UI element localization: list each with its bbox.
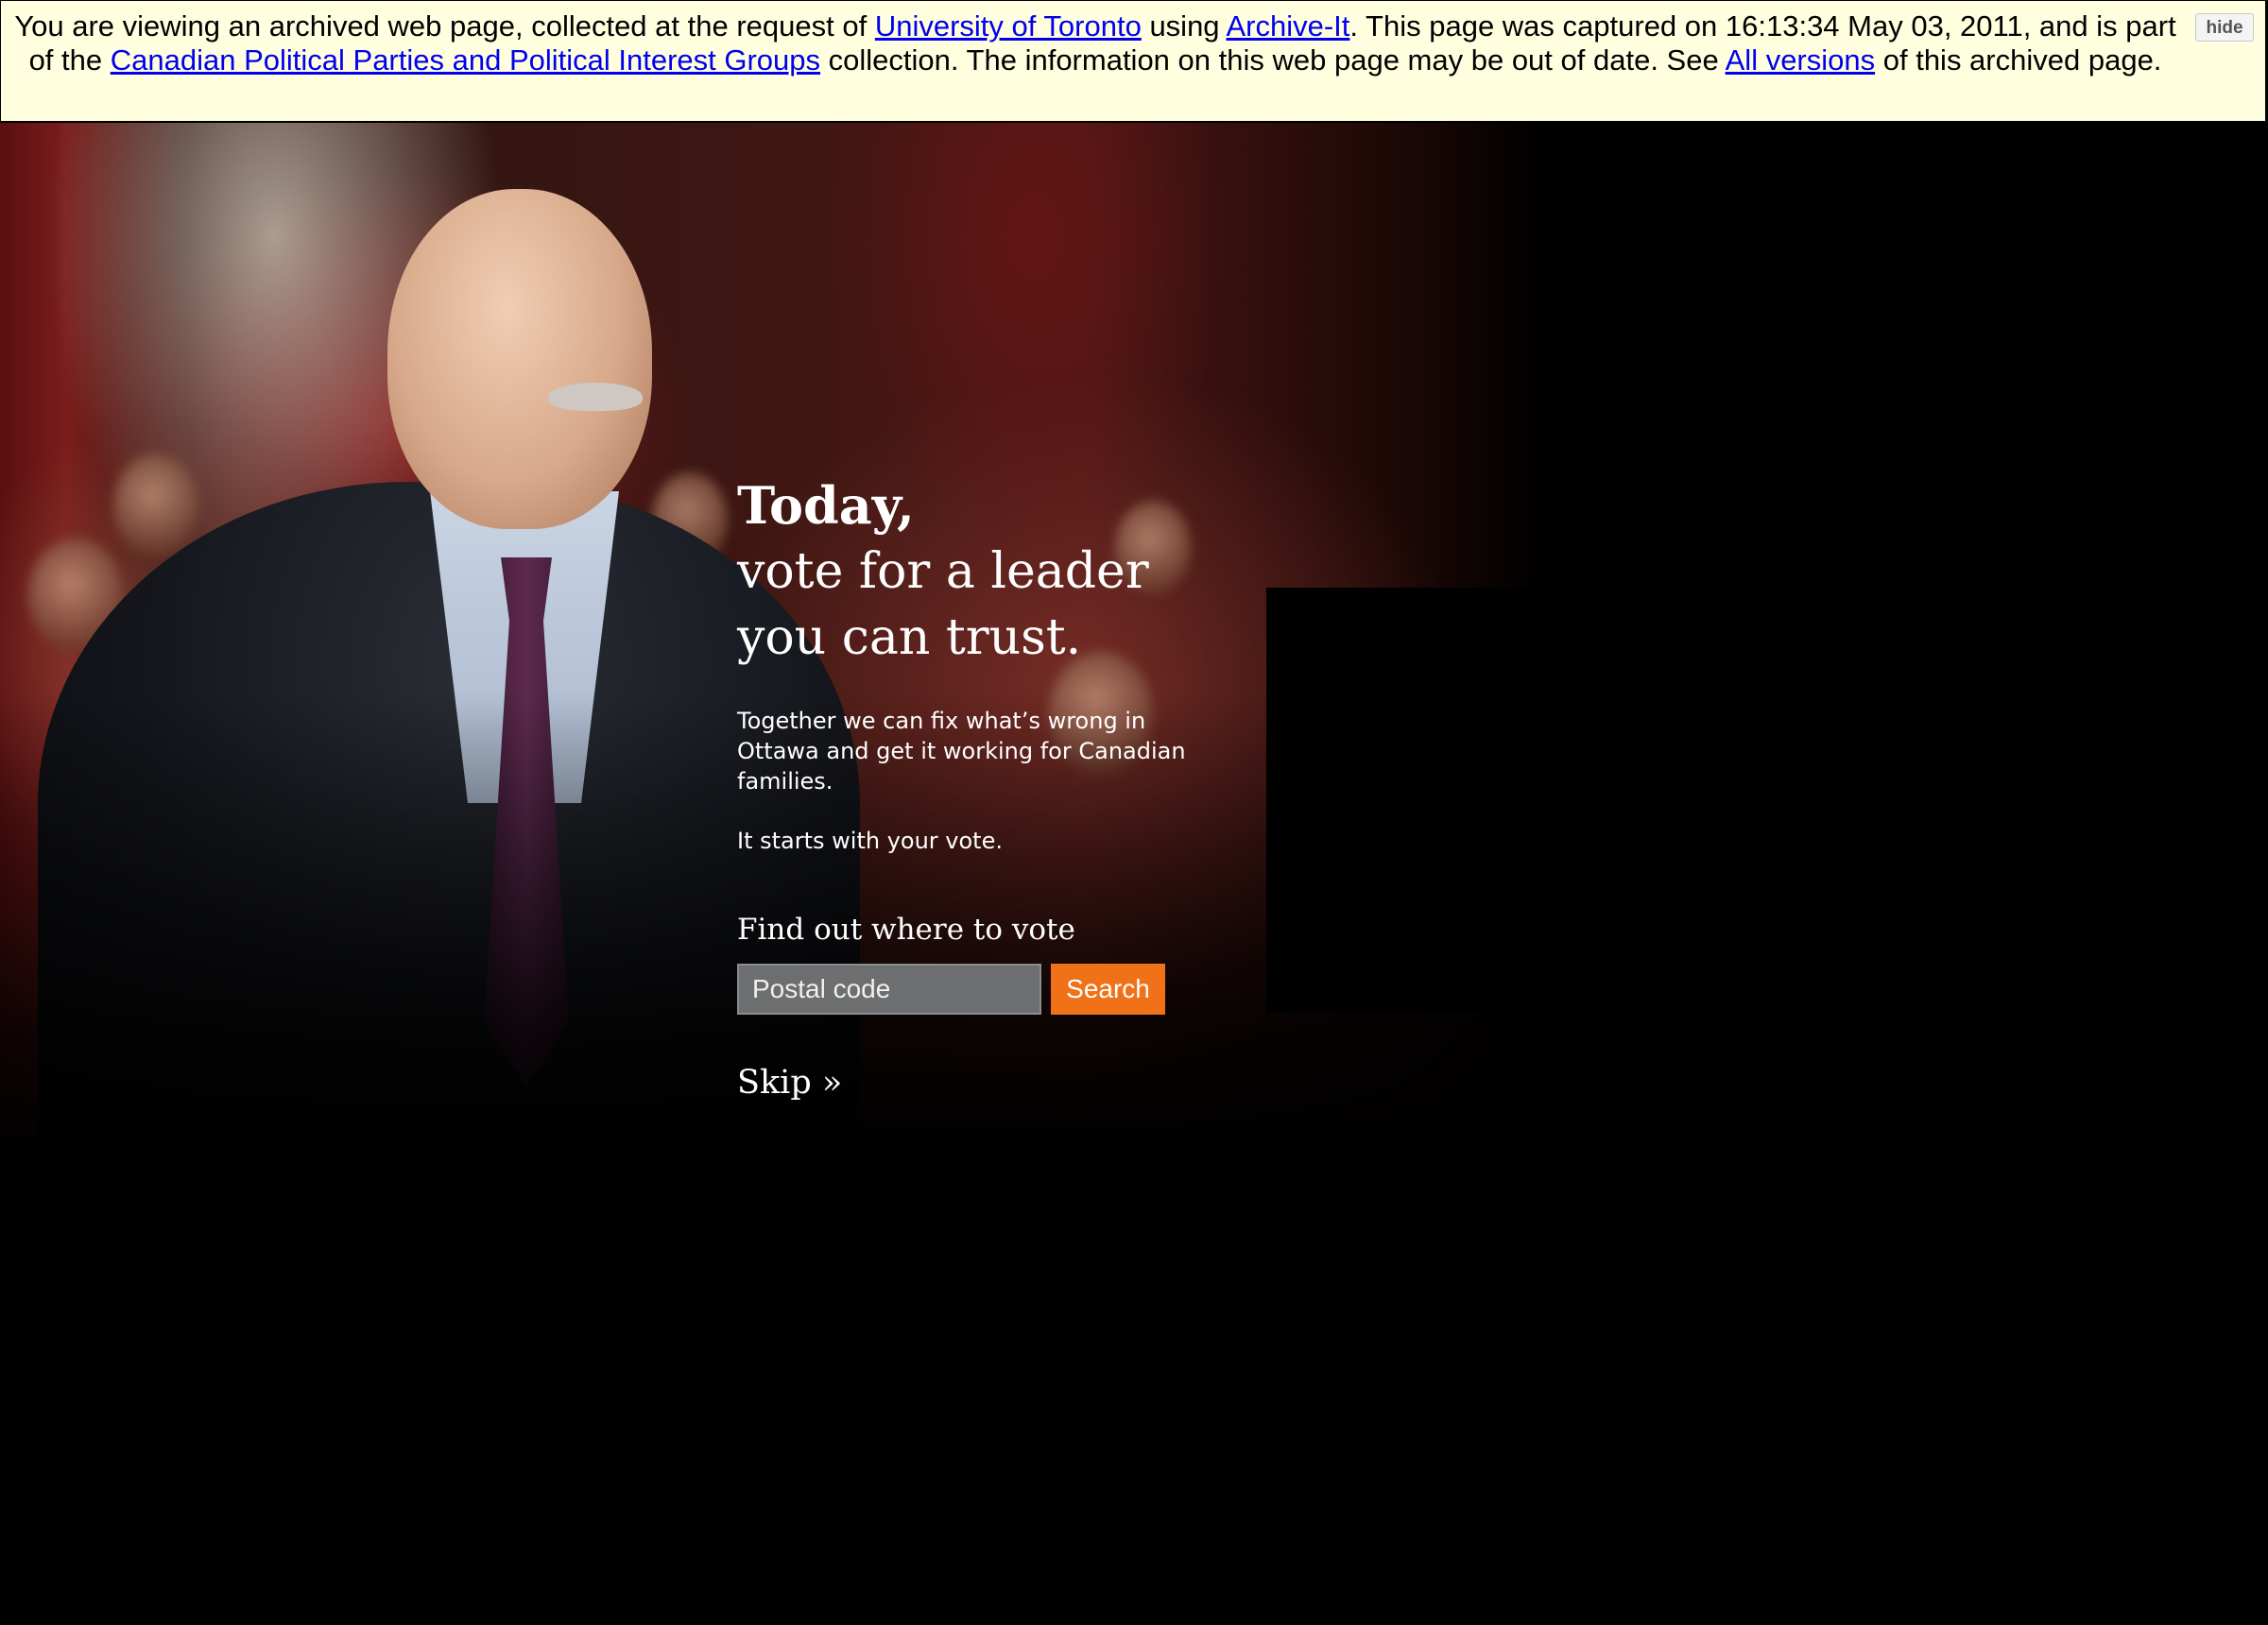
side-panel xyxy=(1266,588,1540,1013)
postal-search-form: Search xyxy=(737,964,1228,1015)
link-university-of-toronto[interactable]: University of Toronto xyxy=(875,9,1142,43)
archive-banner-text-2: using xyxy=(1141,9,1227,43)
archive-banner-text-5: of this archived page. xyxy=(1875,43,2162,77)
link-collection[interactable]: Canadian Political Parties and Political… xyxy=(111,43,820,77)
hero-body-text: Together we can fix what’s wrong in Otta… xyxy=(737,708,1186,795)
headline-line-2: you can trust. xyxy=(737,609,1082,666)
hide-banner-button[interactable]: hide xyxy=(2195,13,2254,42)
hero-copy: Today, vote for a leader you can trust. … xyxy=(737,472,1228,1102)
link-all-versions[interactable]: All versions xyxy=(1726,43,1876,77)
find-polling-label: Find out where to vote xyxy=(737,913,1075,947)
archive-banner: You are viewing an archived web page, co… xyxy=(0,0,2266,122)
archive-banner-text-1: You are viewing an archived web page, co… xyxy=(14,9,875,43)
headline-today: Today, xyxy=(737,475,915,536)
hero-section: Today, vote for a leader you can trust. … xyxy=(0,123,1542,1157)
skip-link[interactable]: Skip » xyxy=(737,1064,842,1102)
link-archive-it[interactable]: Archive-It xyxy=(1226,9,1349,43)
hero-call-to-action: It starts with your vote. xyxy=(737,828,1003,854)
archive-banner-text-4: collection. The information on this web … xyxy=(820,43,1726,77)
postal-code-input[interactable] xyxy=(737,964,1041,1015)
search-button[interactable]: Search xyxy=(1051,964,1165,1015)
headline-line-1: vote for a leader xyxy=(737,543,1149,600)
